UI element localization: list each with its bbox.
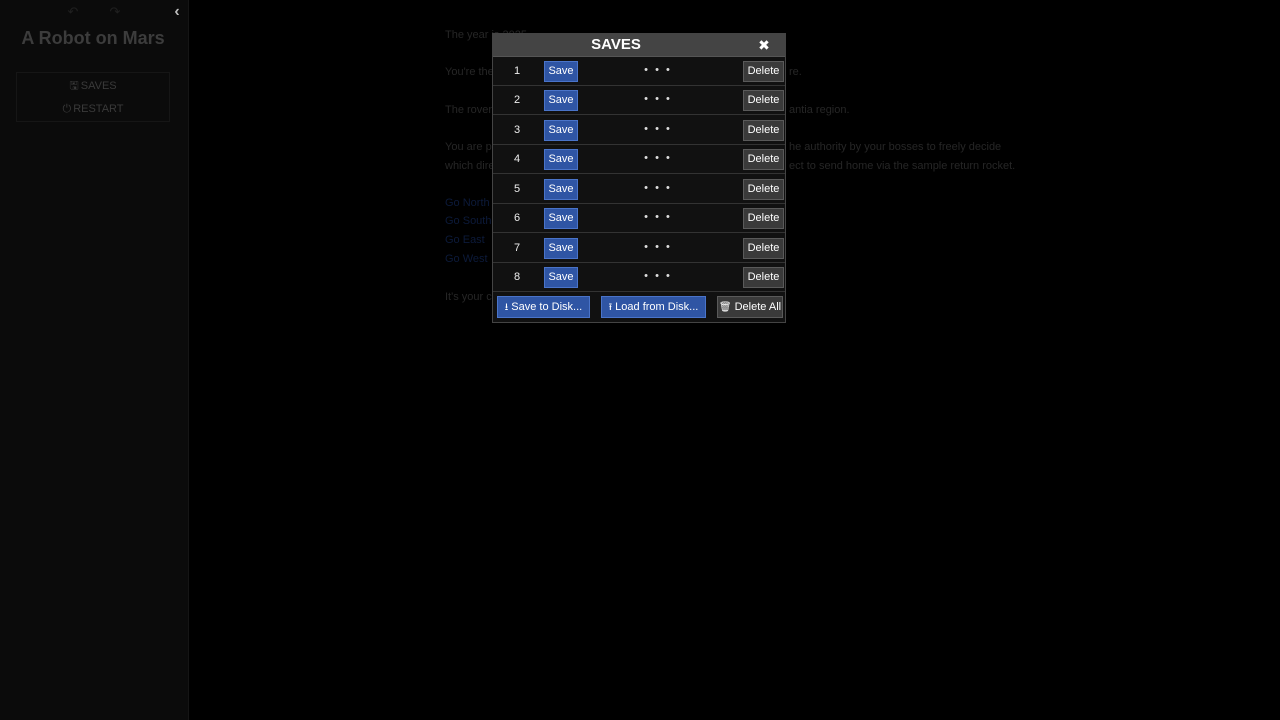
slot-save-button[interactable]: Save [544,90,578,111]
load-from-disk-label: Load from Disk... [615,301,699,313]
download-icon: ⭳ [504,302,509,313]
slot-description: • • • [644,64,672,76]
slot-description: • • • [644,241,672,253]
slot-number: 1 [513,65,521,77]
slot-save-button[interactable]: Save [544,120,578,141]
slot-delete-button[interactable]: Delete [743,267,784,288]
save-slot-row: 4 Save • • • Delete [493,145,785,174]
delete-all-label: Delete All [734,301,782,313]
saves-dialog: SAVES ✖ 1 Save • • • Delete 2 Save • • •… [492,33,786,323]
slot-number: 2 [513,94,521,106]
slot-delete-button[interactable]: Delete [743,120,784,141]
slot-number: 7 [513,242,521,254]
save-slot-row: 1 Save • • • Delete [493,57,785,86]
save-slot-row: 2 Save • • • Delete [493,86,785,115]
slot-description: • • • [644,270,672,282]
slot-delete-button[interactable]: Delete [743,208,784,229]
slot-number: 4 [513,153,521,165]
slot-save-button[interactable]: Save [544,238,578,259]
save-slot-row: 3 Save • • • Delete [493,116,785,145]
slot-delete-button[interactable]: Delete [743,238,784,259]
slot-description: • • • [644,93,672,105]
slot-number: 3 [513,124,521,136]
save-to-disk-label: Save to Disk... [511,301,583,313]
dialog-title: SAVES [591,36,641,53]
slot-description: • • • [644,152,672,164]
dialog-footer: ⭳ Save to Disk... ⭱ Load from Disk... 🗑 Del… [493,293,785,322]
slot-save-button[interactable]: Save [544,149,578,170]
save-slot-row: 5 Save • • • Delete [493,175,785,204]
save-slot-row: 7 Save • • • Delete [493,234,785,263]
slot-number: 5 [513,183,521,195]
upload-icon: ⭱ [608,302,613,313]
slot-delete-button[interactable]: Delete [743,149,784,170]
load-from-disk-button[interactable]: ⭱ Load from Disk... [601,296,706,318]
save-slot-row: 6 Save • • • Delete [493,204,785,233]
slot-number: 8 [513,271,521,283]
slot-delete-button[interactable]: Delete [743,90,784,111]
slot-description: • • • [644,211,672,223]
slot-save-button[interactable]: Save [544,61,578,82]
save-slot-row: 8 Save • • • Delete [493,263,785,292]
slot-number: 6 [513,212,521,224]
slot-description: • • • [644,182,672,194]
dialog-titlebar: SAVES ✖ [493,34,785,57]
slot-description: • • • [644,123,672,135]
slot-delete-button[interactable]: Delete [743,61,784,82]
close-icon[interactable]: ✖ [753,34,775,56]
slot-save-button[interactable]: Save [544,267,578,288]
save-to-disk-button[interactable]: ⭳ Save to Disk... [497,296,590,318]
delete-all-button[interactable]: 🗑 Delete All [717,296,783,318]
trash-icon: 🗑 [718,302,732,313]
slot-delete-button[interactable]: Delete [743,179,784,200]
slot-save-button[interactable]: Save [544,208,578,229]
slot-save-button[interactable]: Save [544,179,578,200]
